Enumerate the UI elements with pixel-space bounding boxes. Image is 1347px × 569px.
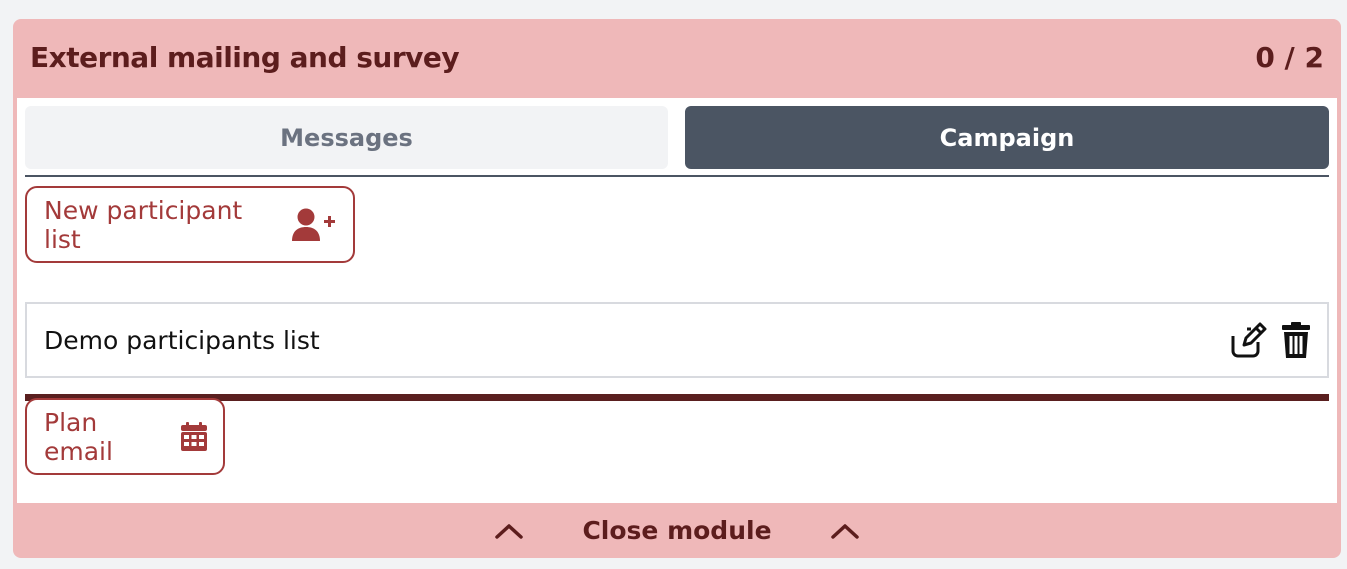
tab-bar: Messages Campaign (25, 106, 1329, 169)
edit-icon[interactable] (1231, 322, 1267, 358)
close-module-label: Close module (582, 516, 772, 545)
module-progress-count: 0 / 2 (1255, 41, 1324, 74)
tab-divider (25, 175, 1329, 177)
module-card: External mailing and survey 0 / 2 Messag… (13, 19, 1341, 558)
chevron-up-icon (494, 522, 524, 540)
row-actions (1231, 321, 1311, 359)
module-header: External mailing and survey 0 / 2 (13, 19, 1341, 98)
participant-list-row[interactable]: Demo participants list (25, 302, 1329, 378)
plan-email-label: Plan email (44, 407, 113, 466)
new-participant-list-button[interactable]: New participant list (25, 186, 355, 263)
user-plus-icon (291, 207, 337, 243)
close-module-content: Close module (494, 516, 859, 545)
module-title: External mailing and survey (30, 41, 460, 74)
tab-campaign[interactable]: Campaign (685, 106, 1329, 169)
chevron-up-icon (830, 522, 860, 540)
new-participant-list-label: New participant list (44, 195, 243, 254)
trash-icon[interactable] (1281, 321, 1311, 359)
plan-email-button[interactable]: Plan email (25, 398, 225, 475)
calendar-icon (181, 421, 207, 452)
participant-list-name: Demo participants list (44, 326, 320, 355)
close-module-bar[interactable]: Close module (13, 503, 1341, 558)
tab-messages[interactable]: Messages (25, 106, 668, 169)
module-body: Messages Campaign New participant list D… (17, 98, 1337, 503)
